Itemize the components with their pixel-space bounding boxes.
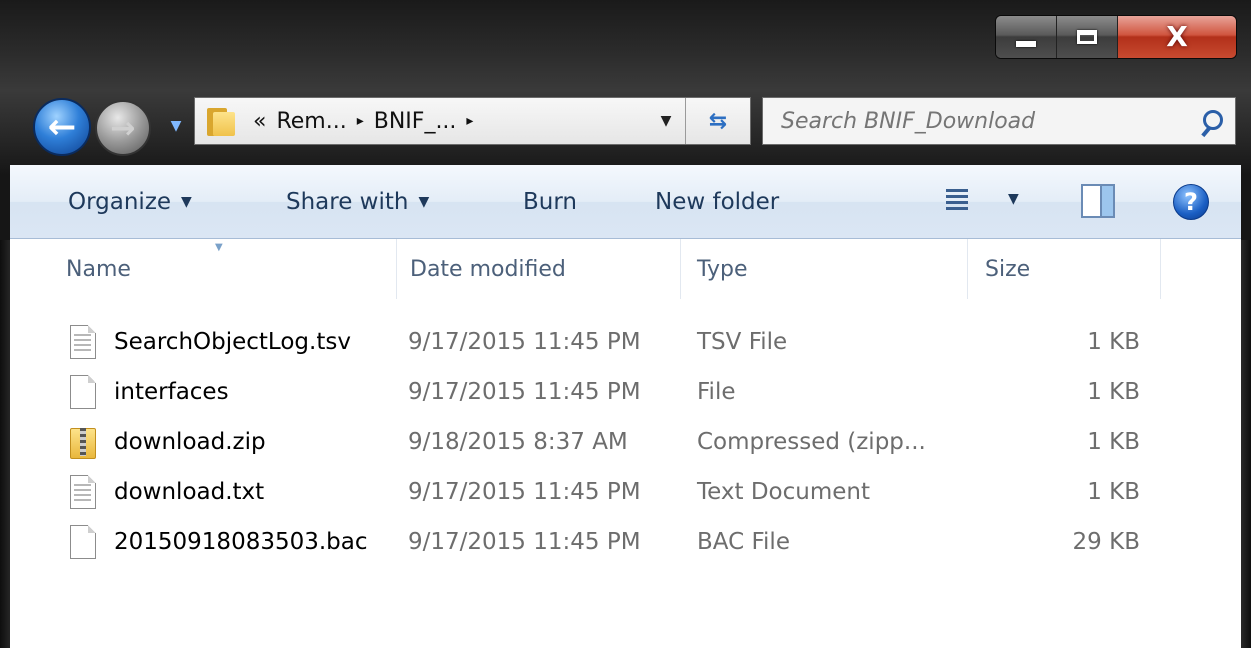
search-input[interactable] <box>763 107 1195 135</box>
address-bar[interactable]: « Rem... ▸ BNIF_... ▸ ▼ ⇆ <box>194 97 751 145</box>
file-name-cell: download.zip <box>70 417 400 467</box>
file-date: 9/17/2015 11:45 PM <box>408 479 641 505</box>
file-date: 9/17/2015 11:45 PM <box>408 529 641 555</box>
file-date: 9/17/2015 11:45 PM <box>408 379 641 405</box>
column-header-name[interactable]: Name <box>66 239 396 299</box>
breadcrumb-chevron-icon[interactable]: ▸ <box>357 113 364 129</box>
new-folder-button[interactable]: New folder <box>655 165 779 238</box>
new-folder-label: New folder <box>655 188 780 215</box>
breadcrumb-item-bnif[interactable]: BNIF_... <box>374 109 457 134</box>
maximize-icon <box>1077 30 1097 44</box>
forward-button[interactable]: → <box>95 100 151 156</box>
view-details-icon[interactable] <box>946 189 968 213</box>
file-row[interactable]: SearchObjectLog.tsv 9/17/2015 11:45 PM T… <box>10 317 1241 367</box>
blank-file-icon <box>70 375 96 409</box>
search-box <box>762 97 1236 145</box>
breadcrumb: « Rem... ▸ BNIF_... ▸ <box>253 109 473 134</box>
breadcrumb-chevron-icon[interactable]: ▸ <box>466 113 473 129</box>
file-type: TSV File <box>697 329 788 355</box>
file-type: File <box>697 379 736 405</box>
recent-pages-dropdown[interactable]: ▼ <box>168 118 184 134</box>
column-divider[interactable] <box>680 239 681 299</box>
minimize-icon <box>1016 41 1036 47</box>
file-type: Compressed (zipp... <box>697 429 926 455</box>
refresh-button[interactable]: ⇆ <box>685 98 750 144</box>
file-name-cell: interfaces <box>70 367 400 417</box>
file-name-cell: download.txt <box>70 467 400 517</box>
organize-button[interactable]: Organize ▼ <box>68 165 192 238</box>
file-row[interactable]: download.zip 9/18/2015 8:37 AM Compresse… <box>10 417 1241 467</box>
file-size: 29 KB <box>1072 529 1140 555</box>
zip-folder-icon <box>70 425 96 459</box>
file-name: 20150918083503.bac <box>114 529 368 555</box>
breadcrumb-overflow[interactable]: « <box>253 109 266 134</box>
address-history-dropdown[interactable]: ▼ <box>654 98 678 144</box>
search-icon[interactable] <box>1195 98 1235 144</box>
refresh-icon: ⇆ <box>708 108 728 134</box>
preview-pane-icon[interactable] <box>1081 184 1115 218</box>
command-bar: Organize ▼ Share with ▼ Burn New folder … <box>10 165 1241 239</box>
file-name: interfaces <box>114 379 229 405</box>
file-size: 1 KB <box>1087 479 1140 505</box>
column-divider[interactable] <box>967 239 968 299</box>
breadcrumb-item-remote[interactable]: Rem... <box>276 109 346 134</box>
column-divider[interactable] <box>1160 239 1161 299</box>
burn-button[interactable]: Burn <box>523 165 577 238</box>
view-options-dropdown[interactable]: ▼ <box>1008 191 1019 207</box>
file-size: 1 KB <box>1087 379 1140 405</box>
file-row[interactable]: interfaces 9/17/2015 11:45 PM File 1 KB <box>10 367 1241 417</box>
back-button[interactable]: ← <box>33 98 91 156</box>
file-name: SearchObjectLog.tsv <box>114 329 351 355</box>
share-with-button[interactable]: Share with ▼ <box>286 165 429 238</box>
organize-label: Organize <box>68 188 172 215</box>
file-type: BAC File <box>697 529 790 555</box>
share-with-label: Share with <box>286 188 409 215</box>
close-button[interactable]: X <box>1118 16 1236 58</box>
forward-arrow-icon: → <box>110 110 136 146</box>
window-border-right <box>1241 240 1251 648</box>
column-header-type[interactable]: Type <box>697 239 967 299</box>
column-headers: ▼ Name Date modified Type Size <box>10 239 1241 299</box>
minimize-button[interactable] <box>996 16 1057 58</box>
close-icon: X <box>1166 20 1188 53</box>
file-row[interactable]: 20150918083503.bac 9/17/2015 11:45 PM BA… <box>10 517 1241 567</box>
column-header-size[interactable]: Size <box>985 239 1160 299</box>
chevron-down-icon: ▼ <box>181 193 192 210</box>
file-name: download.zip <box>114 429 266 455</box>
chevron-down-icon: ▼ <box>418 193 430 210</box>
help-icon[interactable]: ? <box>1173 184 1209 220</box>
file-date: 9/18/2015 8:37 AM <box>408 429 628 455</box>
caption-buttons: X <box>995 15 1237 59</box>
maximize-button[interactable] <box>1057 16 1118 58</box>
file-date: 9/17/2015 11:45 PM <box>408 329 641 355</box>
folder-icon <box>207 106 239 136</box>
text-file-icon <box>70 325 96 359</box>
column-header-date-modified[interactable]: Date modified <box>410 239 680 299</box>
file-type: Text Document <box>697 479 870 505</box>
back-arrow-icon: ← <box>47 107 77 147</box>
file-row[interactable]: download.txt 9/17/2015 11:45 PM Text Doc… <box>10 467 1241 517</box>
burn-label: Burn <box>523 188 577 215</box>
file-name-cell: SearchObjectLog.tsv <box>70 317 400 367</box>
file-name-cell: 20150918083503.bac <box>70 517 400 567</box>
file-size: 1 KB <box>1087 329 1140 355</box>
blank-file-icon <box>70 525 96 559</box>
file-list: ▼ Name Date modified Type Size SearchObj… <box>10 239 1241 648</box>
column-divider[interactable] <box>396 239 397 299</box>
text-file-icon <box>70 475 96 509</box>
file-size: 1 KB <box>1087 429 1140 455</box>
file-name: download.txt <box>114 479 265 505</box>
